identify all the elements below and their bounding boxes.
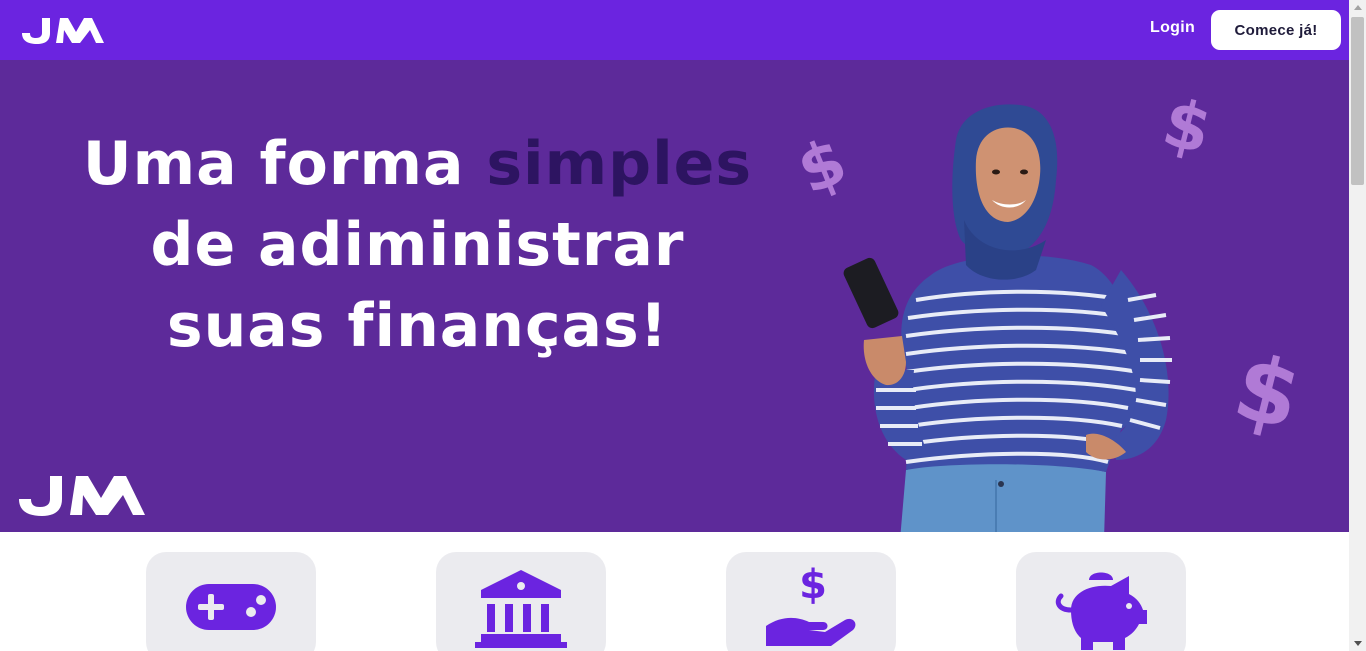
hand-money-icon: $ bbox=[766, 566, 856, 646]
page: Login Comece já! Uma forma simples de ad… bbox=[0, 0, 1366, 651]
feature-card-bank[interactable] bbox=[436, 552, 606, 651]
vertical-scrollbar[interactable] bbox=[1349, 0, 1366, 651]
svg-text:$: $ bbox=[799, 566, 827, 608]
headline-text-part1: Uma forma bbox=[82, 129, 487, 199]
headline-line-2: de adiministrar bbox=[150, 210, 685, 280]
login-link[interactable]: Login bbox=[1150, 19, 1195, 37]
feature-card-savings[interactable] bbox=[1016, 552, 1186, 651]
dollar-sign-icon: $ bbox=[1224, 333, 1311, 452]
scroll-up-arrow-icon[interactable] bbox=[1354, 5, 1362, 10]
scroll-thumb[interactable] bbox=[1351, 17, 1364, 185]
feature-card-income[interactable]: $ bbox=[726, 552, 896, 651]
top-navbar: Login Comece já! bbox=[0, 0, 1349, 60]
hero-headline: Uma forma simples de adiministrar suas f… bbox=[0, 124, 835, 367]
jm-logo[interactable] bbox=[20, 16, 106, 44]
gamepad-icon bbox=[186, 584, 276, 630]
get-started-button[interactable]: Comece já! bbox=[1211, 10, 1341, 50]
scroll-down-arrow-icon[interactable] bbox=[1354, 641, 1362, 646]
headline-line-3: suas finanças! bbox=[166, 291, 669, 361]
headline-accent-word: simples bbox=[486, 129, 753, 199]
feature-card-games[interactable] bbox=[146, 552, 316, 651]
headline-line-1: Uma forma simples bbox=[0, 124, 835, 205]
jm-logo bbox=[19, 476, 145, 516]
hero-section: Uma forma simples de adiministrar suas f… bbox=[0, 60, 1349, 532]
bank-icon bbox=[475, 570, 567, 648]
piggy-bank-icon bbox=[1055, 572, 1147, 650]
hero-person-image bbox=[843, 104, 1172, 532]
